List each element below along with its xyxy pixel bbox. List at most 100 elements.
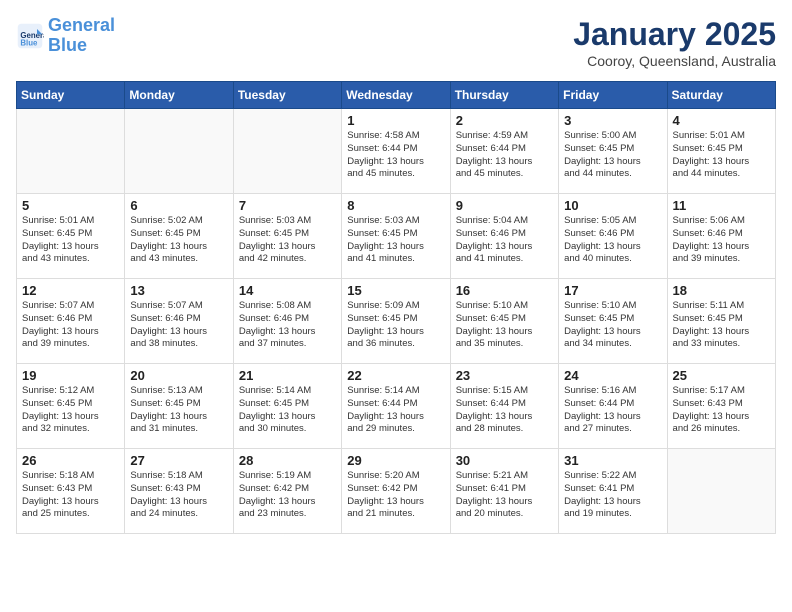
- day-info: Sunrise: 5:08 AM Sunset: 6:46 PM Dayligh…: [239, 300, 336, 351]
- day-number: 21: [239, 368, 336, 383]
- calendar-cell: 2 Sunrise: 4:59 AM Sunset: 6:44 PM Daylig…: [450, 109, 558, 194]
- day-info: Sunrise: 5:05 AM Sunset: 6:46 PM Dayligh…: [564, 215, 661, 266]
- day-info: Sunrise: 5:19 AM Sunset: 6:42 PM Dayligh…: [239, 470, 336, 521]
- day-number: 23: [456, 368, 553, 383]
- day-info: Sunrise: 5:09 AM Sunset: 6:45 PM Dayligh…: [347, 300, 444, 351]
- calendar-cell: [17, 109, 125, 194]
- day-number: 8: [347, 198, 444, 213]
- day-number: 2: [456, 113, 553, 128]
- calendar-cell: 17 Sunrise: 5:10 AM Sunset: 6:45 PM Dayli…: [559, 279, 667, 364]
- day-info: Sunrise: 5:02 AM Sunset: 6:45 PM Dayligh…: [130, 215, 227, 266]
- day-info: Sunrise: 5:01 AM Sunset: 6:45 PM Dayligh…: [22, 215, 119, 266]
- month-title: January 2025: [573, 16, 776, 53]
- day-number: 6: [130, 198, 227, 213]
- week-row-3: 12Sunrise: 5:07 AM Sunset: 6:46 PM Dayli…: [17, 279, 776, 364]
- day-number: 24: [564, 368, 661, 383]
- calendar-cell: 3 Sunrise: 5:00 AM Sunset: 6:45 PM Daylig…: [559, 109, 667, 194]
- day-number: 22: [347, 368, 444, 383]
- title-block: January 2025 Cooroy, Queensland, Austral…: [573, 16, 776, 69]
- calendar-cell: 30Sunrise: 5:21 AM Sunset: 6:41 PM Dayli…: [450, 449, 558, 534]
- day-info: Sunrise: 5:07 AM Sunset: 6:46 PM Dayligh…: [130, 300, 227, 351]
- week-row-1: 1 Sunrise: 4:58 AM Sunset: 6:44 PM Daylig…: [17, 109, 776, 194]
- week-row-2: 5 Sunrise: 5:01 AM Sunset: 6:45 PM Daylig…: [17, 194, 776, 279]
- calendar-cell: 16 Sunrise: 5:10 AM Sunset: 6:45 PM Dayli…: [450, 279, 558, 364]
- day-number: 11: [673, 198, 770, 213]
- day-number: 20: [130, 368, 227, 383]
- day-number: 9: [456, 198, 553, 213]
- day-info: Sunrise: 5:16 AM Sunset: 6:44 PM Dayligh…: [564, 385, 661, 436]
- svg-text:Blue: Blue: [20, 38, 38, 47]
- weekday-header-saturday: Saturday: [667, 82, 775, 109]
- day-number: 25: [673, 368, 770, 383]
- calendar-cell: 25 Sunrise: 5:17 AM Sunset: 6:43 PM Dayli…: [667, 364, 775, 449]
- calendar-cell: 21 Sunrise: 5:14 AM Sunset: 6:45 PM Dayli…: [233, 364, 341, 449]
- day-info: Sunrise: 5:12 AM Sunset: 6:45 PM Dayligh…: [22, 385, 119, 436]
- calendar-cell: 7 Sunrise: 5:03 AM Sunset: 6:45 PM Daylig…: [233, 194, 341, 279]
- calendar-cell: 8Sunrise: 5:03 AM Sunset: 6:45 PM Daylig…: [342, 194, 450, 279]
- day-info: Sunrise: 5:00 AM Sunset: 6:45 PM Dayligh…: [564, 130, 661, 181]
- weekday-header-monday: Monday: [125, 82, 233, 109]
- calendar-cell: [667, 449, 775, 534]
- day-info: Sunrise: 4:59 AM Sunset: 6:44 PM Dayligh…: [456, 130, 553, 181]
- calendar-cell: 23 Sunrise: 5:15 AM Sunset: 6:44 PM Dayli…: [450, 364, 558, 449]
- day-info: Sunrise: 5:10 AM Sunset: 6:45 PM Dayligh…: [564, 300, 661, 351]
- logo: General Blue GeneralBlue: [16, 16, 115, 56]
- calendar-cell: 5 Sunrise: 5:01 AM Sunset: 6:45 PM Daylig…: [17, 194, 125, 279]
- day-info: Sunrise: 5:04 AM Sunset: 6:46 PM Dayligh…: [456, 215, 553, 266]
- day-info: Sunrise: 5:11 AM Sunset: 6:45 PM Dayligh…: [673, 300, 770, 351]
- calendar-cell: 11Sunrise: 5:06 AM Sunset: 6:46 PM Dayli…: [667, 194, 775, 279]
- day-number: 7: [239, 198, 336, 213]
- day-info: Sunrise: 5:21 AM Sunset: 6:41 PM Dayligh…: [456, 470, 553, 521]
- day-info: Sunrise: 5:20 AM Sunset: 6:42 PM Dayligh…: [347, 470, 444, 521]
- calendar-cell: 9 Sunrise: 5:04 AM Sunset: 6:46 PM Daylig…: [450, 194, 558, 279]
- day-info: Sunrise: 4:58 AM Sunset: 6:44 PM Dayligh…: [347, 130, 444, 181]
- day-info: Sunrise: 5:18 AM Sunset: 6:43 PM Dayligh…: [130, 470, 227, 521]
- week-row-5: 26Sunrise: 5:18 AM Sunset: 6:43 PM Dayli…: [17, 449, 776, 534]
- calendar-cell: 29 Sunrise: 5:20 AM Sunset: 6:42 PM Dayli…: [342, 449, 450, 534]
- day-number: 14: [239, 283, 336, 298]
- day-info: Sunrise: 5:17 AM Sunset: 6:43 PM Dayligh…: [673, 385, 770, 436]
- day-number: 15: [347, 283, 444, 298]
- calendar-cell: 15 Sunrise: 5:09 AM Sunset: 6:45 PM Dayli…: [342, 279, 450, 364]
- day-number: 13: [130, 283, 227, 298]
- day-number: 28: [239, 453, 336, 468]
- day-number: 4: [673, 113, 770, 128]
- day-number: 1: [347, 113, 444, 128]
- calendar-cell: [125, 109, 233, 194]
- calendar-cell: 13 Sunrise: 5:07 AM Sunset: 6:46 PM Dayli…: [125, 279, 233, 364]
- day-info: Sunrise: 5:01 AM Sunset: 6:45 PM Dayligh…: [673, 130, 770, 181]
- day-number: 10: [564, 198, 661, 213]
- day-number: 3: [564, 113, 661, 128]
- page-header: General Blue GeneralBlue January 2025 Co…: [16, 16, 776, 69]
- day-number: 31: [564, 453, 661, 468]
- calendar-cell: 26Sunrise: 5:18 AM Sunset: 6:43 PM Dayli…: [17, 449, 125, 534]
- weekday-header-wednesday: Wednesday: [342, 82, 450, 109]
- day-info: Sunrise: 5:22 AM Sunset: 6:41 PM Dayligh…: [564, 470, 661, 521]
- logo-icon: General Blue: [16, 22, 44, 50]
- day-number: 5: [22, 198, 119, 213]
- week-row-4: 19Sunrise: 5:12 AM Sunset: 6:45 PM Dayli…: [17, 364, 776, 449]
- calendar-cell: 18 Sunrise: 5:11 AM Sunset: 6:45 PM Dayli…: [667, 279, 775, 364]
- day-info: Sunrise: 5:14 AM Sunset: 6:44 PM Dayligh…: [347, 385, 444, 436]
- day-number: 27: [130, 453, 227, 468]
- location: Cooroy, Queensland, Australia: [573, 53, 776, 69]
- day-number: 29: [347, 453, 444, 468]
- day-info: Sunrise: 5:10 AM Sunset: 6:45 PM Dayligh…: [456, 300, 553, 351]
- day-info: Sunrise: 5:15 AM Sunset: 6:44 PM Dayligh…: [456, 385, 553, 436]
- weekday-header-tuesday: Tuesday: [233, 82, 341, 109]
- calendar-cell: 10 Sunrise: 5:05 AM Sunset: 6:46 PM Dayli…: [559, 194, 667, 279]
- weekday-header-sunday: Sunday: [17, 82, 125, 109]
- weekday-header-row: SundayMondayTuesdayWednesdayThursdayFrid…: [17, 82, 776, 109]
- logo-text: GeneralBlue: [48, 16, 115, 56]
- day-info: Sunrise: 5:14 AM Sunset: 6:45 PM Dayligh…: [239, 385, 336, 436]
- calendar-cell: 14 Sunrise: 5:08 AM Sunset: 6:46 PM Dayli…: [233, 279, 341, 364]
- day-number: 16: [456, 283, 553, 298]
- calendar-cell: 22 Sunrise: 5:14 AM Sunset: 6:44 PM Dayli…: [342, 364, 450, 449]
- calendar-cell: 27 Sunrise: 5:18 AM Sunset: 6:43 PM Dayli…: [125, 449, 233, 534]
- day-number: 18: [673, 283, 770, 298]
- calendar-cell: 4 Sunrise: 5:01 AM Sunset: 6:45 PM Daylig…: [667, 109, 775, 194]
- day-number: 17: [564, 283, 661, 298]
- day-info: Sunrise: 5:03 AM Sunset: 6:45 PM Dayligh…: [239, 215, 336, 266]
- day-info: Sunrise: 5:13 AM Sunset: 6:45 PM Dayligh…: [130, 385, 227, 436]
- weekday-header-thursday: Thursday: [450, 82, 558, 109]
